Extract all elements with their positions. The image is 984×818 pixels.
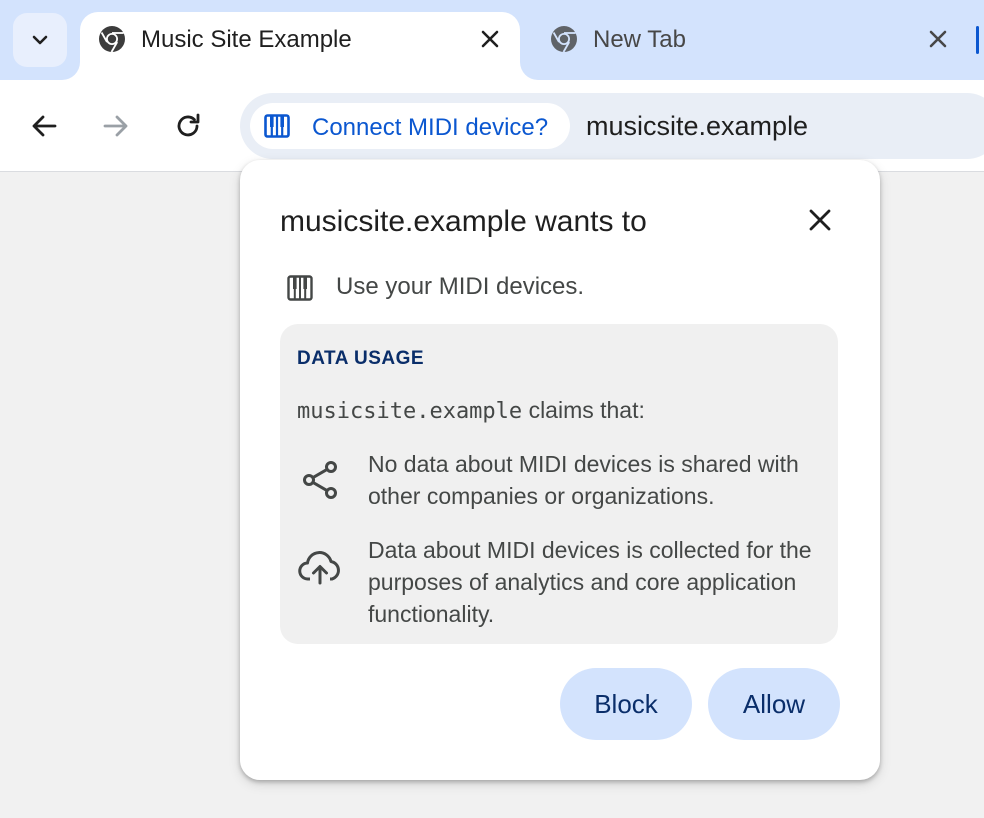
reload-button[interactable] xyxy=(166,104,210,148)
permission-bubble: musicsite.example wants to Use your MIDI… xyxy=(240,160,880,780)
data-usage-panel: DATA USAGE musicsite.example claims that… xyxy=(280,324,838,644)
share-icon xyxy=(303,461,337,499)
tab-close-button[interactable] xyxy=(926,27,950,51)
tab-new-tab[interactable]: New Tab xyxy=(528,12,968,80)
permission-chip[interactable]: Connect MIDI device? xyxy=(250,103,570,149)
claims-domain: musicsite.example xyxy=(297,399,523,424)
data-usage-heading: DATA USAGE xyxy=(297,348,425,369)
claims-suffix: claims that: xyxy=(528,397,645,423)
tab-close-button[interactable] xyxy=(478,27,502,51)
block-button[interactable]: Block xyxy=(560,668,692,740)
chrome-icon xyxy=(99,26,125,53)
claim-item-sharing: No data about MIDI devices is shared wit… xyxy=(368,451,799,509)
tab-title: New Tab xyxy=(593,26,686,53)
close-icon xyxy=(481,30,499,48)
close-icon xyxy=(809,209,831,231)
claims-line: musicsite.example claims that: xyxy=(297,397,645,424)
allow-button[interactable]: Allow xyxy=(708,668,840,740)
tab-title: Music Site Example xyxy=(141,26,352,53)
chevron-down-icon xyxy=(32,35,48,45)
claim-item-collection: Data about MIDI devices is collected for… xyxy=(368,537,812,627)
arrow-forward-icon xyxy=(103,115,128,137)
permission-description: Use your MIDI devices. xyxy=(336,273,585,300)
tab-music-site[interactable]: Music Site Example xyxy=(80,12,520,80)
bubble-close-button[interactable] xyxy=(804,204,836,236)
close-icon xyxy=(929,30,947,48)
tab-strip: Music Site Example New Tab xyxy=(0,0,984,80)
cloud-upload-icon xyxy=(298,551,340,585)
tab-search-button[interactable] xyxy=(13,13,67,67)
bubble-title: musicsite.example wants to xyxy=(280,205,647,238)
address-bar[interactable]: Connect MIDI device? musicsite.example xyxy=(240,93,984,159)
midi-piano-icon xyxy=(264,114,290,138)
back-button[interactable] xyxy=(22,104,66,148)
chrome-icon xyxy=(551,26,577,53)
midi-piano-icon xyxy=(287,275,313,301)
url-text[interactable]: musicsite.example xyxy=(586,111,808,142)
forward-button[interactable] xyxy=(94,104,138,148)
tab-divider xyxy=(976,26,979,54)
permission-chip-label: Connect MIDI device? xyxy=(312,114,549,141)
reload-icon xyxy=(177,113,200,137)
arrow-back-icon xyxy=(32,115,57,137)
toolbar: Connect MIDI device? musicsite.example xyxy=(0,80,984,172)
